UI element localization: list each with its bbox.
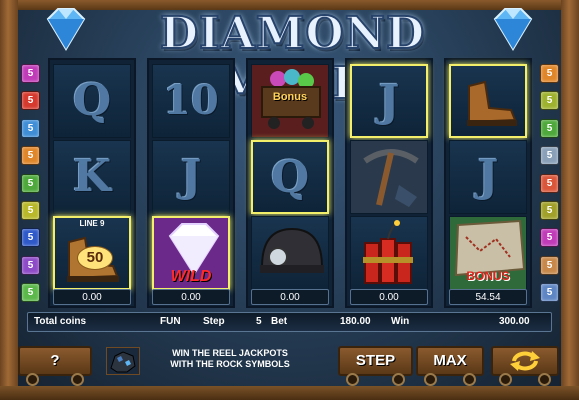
help-button[interactable]: ?: [18, 346, 92, 388]
step-button-label: STEP: [338, 346, 413, 376]
reel-symbol: J: [152, 140, 230, 214]
reel-symbol: [350, 140, 428, 214]
left-beam: [0, 0, 18, 400]
value-badge: 50: [77, 246, 113, 270]
boot-icon: [451, 66, 525, 136]
reel-symbol: K: [53, 140, 131, 214]
reel-symbol: [350, 216, 428, 290]
payline-badge[interactable]: 5: [540, 173, 559, 193]
reel-symbol: Bonus: [251, 64, 329, 138]
card-symbol: K: [72, 151, 112, 202]
reel-win-value: 54.54: [449, 289, 527, 305]
payline-badge[interactable]: 5: [21, 173, 40, 193]
payline-badge[interactable]: 5: [21, 283, 40, 303]
reel-symbol: WILD: [152, 216, 230, 290]
reel-symbol: LINE 9 50: [53, 216, 131, 290]
step-label: Step: [203, 316, 225, 327]
spin-arrows-icon: [510, 351, 540, 371]
max-bet-button[interactable]: MAX: [416, 346, 484, 388]
reel-symbol: [251, 216, 329, 290]
cart-wheel: [71, 373, 84, 386]
symbol-label: BONUS: [466, 269, 510, 283]
card-symbol: J: [378, 76, 400, 127]
card-symbol: Q: [72, 75, 112, 126]
payline-badge[interactable]: 5: [21, 200, 40, 220]
reel-symbol: BONUS: [449, 216, 527, 290]
game-stage: DIAMOND MINE 555555555 555555555 QKLINE …: [0, 0, 579, 400]
payline-badge[interactable]: 5: [540, 146, 559, 166]
payline-badge[interactable]: 5: [21, 228, 40, 248]
reel-5: J BONUS 54.54: [444, 58, 532, 308]
reels-area: Q K LINE 9 50 0.00 10 J WILD 0.00 Bonus Q 0.00 J 0.00…: [48, 58, 532, 308]
payline-badge[interactable]: 5: [540, 91, 559, 111]
payline-badge[interactable]: 5: [540, 283, 559, 303]
card-symbol: J: [477, 151, 499, 202]
info-bar: Total coins FUN Step 5 Bet 180.00 Win 30…: [27, 312, 552, 332]
symbol-label: WILD: [170, 268, 212, 285]
payline-badge[interactable]: 5: [21, 146, 40, 166]
reel-3: Bonus Q 0.00: [246, 58, 334, 308]
dynamite-icon: [351, 217, 427, 289]
reel-win-value: 0.00: [251, 289, 329, 305]
cart-wheel: [499, 373, 512, 386]
reel-symbol: 10: [152, 64, 230, 138]
cart-wheel: [424, 373, 437, 386]
mode-label: FUN: [160, 316, 181, 327]
reel-win-value: 0.00: [152, 289, 230, 305]
cart-wheel: [26, 373, 39, 386]
payline-badge[interactable]: 5: [540, 200, 559, 220]
promo-text: WIN THE REEL JACKPOTS WITH THE ROCK SYMB…: [170, 348, 290, 369]
reel-symbol: J: [350, 64, 428, 138]
bet-label: Bet: [271, 316, 288, 327]
card-symbol: 10: [163, 77, 219, 124]
help-label: ?: [18, 346, 92, 376]
payline-badge[interactable]: 5: [21, 255, 40, 275]
line-caption: LINE 9: [79, 219, 105, 228]
paylines-left: 5 5 5 5 5 5 5 5 5: [21, 64, 41, 311]
payline-badge[interactable]: 5: [540, 118, 559, 138]
diamond-icon: [493, 8, 533, 51]
diamond-icon: [46, 8, 86, 51]
win-label: Win: [391, 316, 410, 327]
payline-badge[interactable]: 5: [21, 91, 40, 111]
payline-badge[interactable]: 5: [21, 64, 40, 83]
reel-2: 10 J WILD 0.00: [147, 58, 235, 308]
win-value: 300.00: [499, 316, 530, 327]
spin-button[interactable]: [491, 346, 559, 388]
reel-4: J 0.00: [345, 58, 433, 308]
cart-wheel: [463, 373, 476, 386]
payline-badge[interactable]: 5: [540, 228, 559, 248]
right-beam: [561, 0, 579, 400]
max-button-label: MAX: [416, 346, 484, 376]
game-title: DIAMOND MINE: [159, 8, 426, 110]
bet-value: 5: [256, 316, 262, 327]
amount-value: 180.00: [340, 316, 371, 327]
step-button[interactable]: STEP: [338, 346, 413, 388]
miner-helmet-icon: [252, 217, 328, 289]
spin-button-face: [491, 346, 559, 376]
reel-win-value: 0.00: [350, 289, 428, 305]
cart-wheel: [346, 373, 359, 386]
reel-1: Q K LINE 9 50 0.00: [48, 58, 136, 308]
rail-track: [0, 386, 579, 400]
symbol-label: Bonus: [272, 91, 308, 103]
reel-symbol: J: [449, 140, 527, 214]
paylines-right: 5 5 5 5 5 5 5 5 5: [540, 64, 560, 311]
payline-badge[interactable]: 5: [540, 64, 559, 83]
reel-symbol: [449, 64, 527, 138]
reel-win-value: 0.00: [53, 289, 131, 305]
card-symbol: J: [180, 151, 202, 202]
pickaxe-icon: [351, 141, 427, 213]
total-coins-label: Total coins: [34, 316, 87, 327]
payline-badge[interactable]: 5: [21, 118, 40, 138]
payline-badge[interactable]: 5: [540, 255, 559, 275]
cart-wheel: [538, 373, 551, 386]
reel-symbol: Q: [53, 64, 131, 138]
cart-wheel: [392, 373, 405, 386]
card-symbol: Q: [270, 152, 310, 203]
reel-symbol: Q: [251, 140, 329, 214]
rock-icon: [106, 347, 140, 375]
